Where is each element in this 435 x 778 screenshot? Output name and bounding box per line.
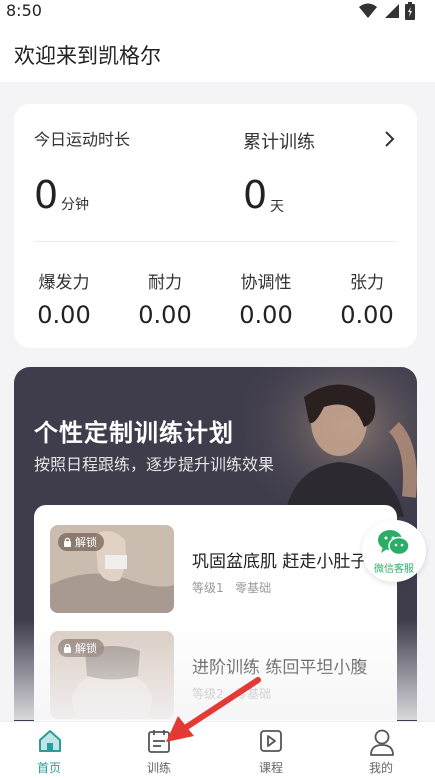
course-item[interactable]: 解锁 巩固盆底肌 赶走小肚子 等级1 零基础 bbox=[50, 525, 390, 615]
metric-label: 爆发力 bbox=[38, 273, 90, 293]
status-bar: 8:50 bbox=[0, 0, 435, 26]
course-thumbnail: 解锁 bbox=[50, 525, 174, 613]
wifi-icon bbox=[359, 3, 377, 18]
course-level: 等级2 bbox=[192, 687, 224, 701]
today-duration-label: 今日运动时长 bbox=[34, 130, 131, 149]
tab-courses[interactable]: 课程 bbox=[236, 722, 306, 778]
total-training-unit: 天 bbox=[270, 199, 284, 215]
course-tag: 零基础 bbox=[235, 687, 272, 701]
tab-home[interactable]: 首页 bbox=[14, 722, 84, 778]
course-level: 等级1 bbox=[192, 581, 224, 595]
lock-icon bbox=[64, 537, 71, 547]
unlock-badge-label: 解锁 bbox=[75, 536, 97, 549]
metric-value: 0.00 bbox=[239, 301, 293, 329]
unlock-badge: 解锁 bbox=[58, 639, 104, 657]
training-plan-card[interactable]: 个性定制训练计划 按照日程跟练，逐步提升训练效果 解锁 巩固盆底肌 赶走小肚子 … bbox=[14, 367, 417, 737]
today-duration-unit: 分钟 bbox=[61, 197, 89, 213]
course-meta: 等级2 零基础 bbox=[192, 685, 271, 702]
course-item[interactable]: 解锁 进阶训练 练回平坦小腹 等级2 零基础 bbox=[50, 631, 390, 721]
wechat-icon bbox=[378, 530, 410, 556]
wechat-service-button[interactable]: 微信客服 bbox=[362, 520, 426, 582]
bottom-tab-bar: 首页 训练 课程 我的 bbox=[0, 721, 435, 778]
battery-icon bbox=[405, 2, 415, 20]
video-icon bbox=[260, 730, 282, 752]
plan-title: 个性定制训练计划 bbox=[34, 419, 234, 447]
course-title: 巩固盆底肌 赶走小肚子 bbox=[192, 552, 368, 572]
lock-icon bbox=[64, 643, 71, 653]
metric-tension: 张力 0.00 bbox=[317, 268, 417, 329]
plan-banner-image bbox=[244, 367, 417, 517]
metric-endurance: 耐力 0.00 bbox=[115, 268, 215, 329]
header: 欢迎来到凯格尔 bbox=[0, 26, 435, 82]
course-title: 进阶训练 练回平坦小腹 bbox=[192, 658, 368, 678]
tab-courses-label: 课程 bbox=[258, 761, 283, 775]
tab-profile-label: 我的 bbox=[368, 761, 393, 775]
status-time: 8:50 bbox=[6, 1, 42, 20]
home-icon bbox=[39, 730, 61, 752]
course-tag: 零基础 bbox=[235, 581, 272, 595]
divider bbox=[34, 241, 397, 242]
person-icon bbox=[370, 729, 394, 756]
metric-label: 耐力 bbox=[148, 273, 182, 293]
tab-home-label: 首页 bbox=[36, 761, 61, 775]
tab-training-label: 训练 bbox=[146, 761, 171, 775]
wechat-service-label: 微信客服 bbox=[374, 564, 414, 575]
metric-value: 0.00 bbox=[340, 301, 394, 329]
calendar-icon bbox=[148, 730, 170, 753]
total-training-value: 0 bbox=[243, 173, 268, 217]
course-thumbnail: 解锁 bbox=[50, 631, 174, 719]
metric-label: 张力 bbox=[350, 273, 384, 293]
metric-value: 0.00 bbox=[138, 301, 192, 329]
course-list: 解锁 巩固盆底肌 赶走小肚子 等级1 零基础 解锁 进阶训练 练回平坦小腹 等级… bbox=[34, 505, 397, 737]
tab-profile[interactable]: 我的 bbox=[346, 722, 416, 778]
unlock-badge-label: 解锁 bbox=[75, 642, 97, 655]
metric-coordination: 协调性 0.00 bbox=[216, 268, 316, 329]
status-icons bbox=[359, 2, 415, 20]
stats-card: 今日运动时长 0 分钟 累计训练 0 天 爆发力 0.00 耐力 0.00 协调… bbox=[14, 104, 417, 348]
signal-icon bbox=[385, 4, 399, 18]
total-training-label[interactable]: 累计训练 bbox=[243, 128, 315, 154]
metric-value: 0.00 bbox=[37, 301, 91, 329]
metric-label: 协调性 bbox=[240, 273, 292, 293]
page-title: 欢迎来到凯格尔 bbox=[14, 44, 161, 68]
tab-training[interactable]: 训练 bbox=[124, 722, 194, 778]
unlock-badge: 解锁 bbox=[58, 533, 104, 551]
metric-explosive: 爆发力 0.00 bbox=[14, 268, 114, 329]
course-meta: 等级1 零基础 bbox=[192, 579, 271, 596]
plan-subtitle: 按照日程跟练，逐步提升训练效果 bbox=[34, 455, 275, 474]
today-duration-value: 0 bbox=[34, 173, 59, 217]
chevron-right-icon[interactable] bbox=[384, 130, 396, 148]
